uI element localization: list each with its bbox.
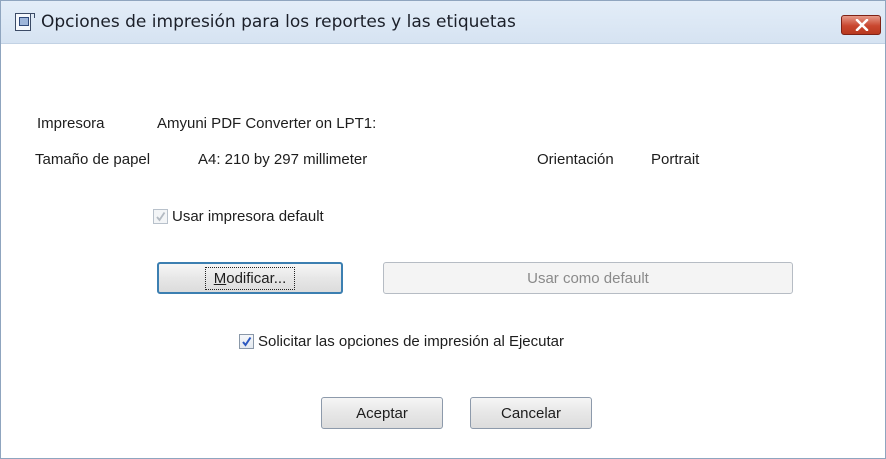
paper-size-label: Tamaño de papel bbox=[35, 151, 151, 168]
use-default-printer-label: Usar impresora default bbox=[172, 208, 324, 225]
checkbox-box bbox=[239, 334, 254, 349]
checkmark-icon bbox=[242, 336, 252, 347]
close-button[interactable] bbox=[841, 15, 881, 35]
title-bar[interactable]: Opciones de impresión para los reportes … bbox=[1, 1, 885, 44]
accept-button-label: Aceptar bbox=[356, 404, 408, 422]
accept-button[interactable]: Aceptar bbox=[321, 397, 443, 429]
modify-button-label: Modificar... bbox=[204, 266, 296, 290]
use-default-printer-checkbox[interactable]: Usar impresora default bbox=[153, 208, 324, 225]
close-icon bbox=[855, 19, 869, 31]
window-title: Opciones de impresión para los reportes … bbox=[41, 12, 516, 32]
printer-label: Impresora bbox=[37, 115, 105, 132]
checkbox-box bbox=[153, 209, 168, 224]
app-icon bbox=[15, 13, 35, 31]
printer-value: Amyuni PDF Converter on LPT1: bbox=[157, 115, 377, 132]
paper-size-value: A4: 210 by 297 millimeter bbox=[198, 151, 368, 168]
set-as-default-label: Usar como default bbox=[527, 269, 649, 287]
modify-button[interactable]: Modificar... bbox=[157, 262, 343, 294]
cancel-button-label: Cancelar bbox=[500, 404, 562, 422]
orientation-label: Orientación bbox=[537, 151, 614, 168]
prompt-print-options-checkbox[interactable]: Solicitar las opciones de impresión al E… bbox=[239, 333, 564, 350]
checkmark-icon bbox=[156, 212, 166, 222]
cancel-button[interactable]: Cancelar bbox=[470, 397, 592, 429]
print-options-dialog: Opciones de impresión para los reportes … bbox=[0, 0, 886, 459]
orientation-value: Portrait bbox=[651, 151, 700, 168]
set-as-default-button[interactable]: Usar como default bbox=[383, 262, 793, 294]
prompt-print-options-label: Solicitar las opciones de impresión al E… bbox=[258, 333, 564, 350]
